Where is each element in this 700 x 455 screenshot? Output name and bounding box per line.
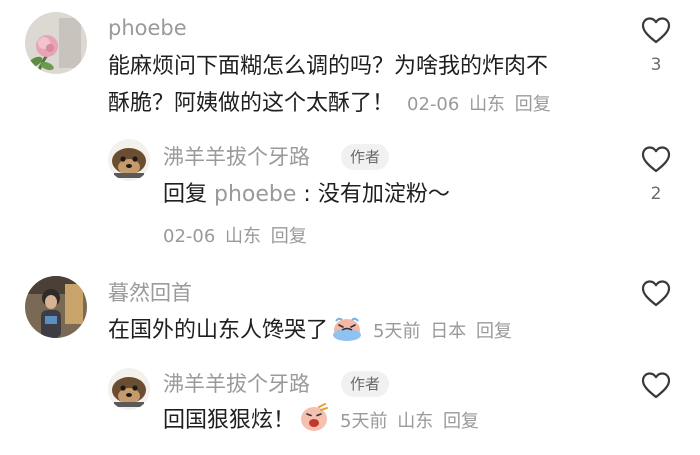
heart-icon [641,372,671,399]
comment-text: 回复 phoebe : 没有加淀粉～ [163,176,450,213]
avatar[interactable] [25,12,87,74]
mention-link[interactable]: phoebe [214,182,296,207]
comment-text-content: 回国狠狠炫！ [163,408,296,433]
comment-text: 在国外的山东人馋哭了 5天前 日本 回复 [108,312,516,355]
cartoon-dog-avatar-icon [108,368,150,410]
comment-text: 能麻烦问下面糊怎么调的吗？为啥我的炸肉不 酥脆？阿姨做的这个太酥了！ 02-06… [108,48,555,123]
reply-button[interactable]: 回复 [271,226,307,247]
like-button[interactable]: 2 [636,145,676,204]
comment-location: 日本 [430,321,467,342]
comment-item: 暮然回首 在国外的山东人馋哭了 5天前 日本 回复 [0,265,700,360]
avatar[interactable] [108,368,150,410]
crying-emoji-icon [332,313,362,355]
like-count: 3 [650,55,662,75]
avatar[interactable] [108,139,150,181]
like-button[interactable]: 3 [636,16,676,75]
comment-item: phoebe 能麻烦问下面糊怎么调的吗？为啥我的炸肉不 酥脆？阿姨做的这个太酥了… [0,0,700,125]
cartoon-dog-avatar-icon [108,139,150,181]
comment-text: 回国狠狠炫！ 5天前 山东 回复 [163,402,483,445]
comment-location: 山东 [469,94,506,115]
username[interactable]: 沸羊羊拔个牙路 [163,371,310,397]
heart-icon [641,280,671,307]
comment-text-line: 能麻烦问下面糊怎么调的吗？为啥我的炸肉不 [108,54,549,79]
comment-meta: 02-06 山东 回复 [407,94,555,115]
selfie-photo-avatar-icon [25,276,87,338]
heart-icon [641,146,671,173]
username[interactable]: 暮然回首 [108,280,192,306]
comment-meta: 5天前 日本 回复 [373,321,516,342]
comment-date: 5天前 [373,321,421,342]
username[interactable]: phoebe [108,15,187,41]
comment-text-line: 酥脆？阿姨做的这个太酥了！ 02-06 山东 回复 [108,85,555,123]
author-badge: 作者 [341,371,390,397]
eating-emoji-icon [299,403,329,445]
like-button[interactable] [636,279,676,307]
reply-button[interactable]: 回复 [443,411,479,432]
reply-button[interactable]: 回复 [515,94,551,115]
flower-photo-avatar-icon [25,12,87,74]
comment-text-line-end: 酥脆？阿姨做的这个太酥了！ [108,91,395,116]
comment-meta: 02-06 山东 回复 [163,222,311,248]
reply-prefix-label: 回复 [163,182,208,207]
heart-icon [641,17,671,44]
reply-button[interactable]: 回复 [476,321,512,342]
comment-date: 02-06 [407,94,460,115]
reply-item: 沸羊羊拔个牙路 作者 回复 phoebe : 没有加淀粉～ 02-06 山东 回… [0,125,700,265]
avatar[interactable] [25,276,87,338]
comment-date: 02-06 [163,226,216,247]
reply-item: 沸羊羊拔个牙路 作者 回国狠狠炫！ 5天前 山东 回复 [0,360,700,455]
username[interactable]: 沸羊羊拔个牙路 [163,144,310,170]
reply-prefix: 回复 phoebe [163,182,303,207]
like-button[interactable] [636,371,676,399]
comment-location: 山东 [397,411,434,432]
comment-meta: 5天前 山东 回复 [340,411,483,432]
like-count: 2 [650,184,662,204]
comment-text-content: 在国外的山东人馋哭了 [108,318,329,343]
comment-text-content: : 没有加淀粉～ [303,182,450,207]
author-badge: 作者 [341,144,390,170]
comment-date: 5天前 [340,411,388,432]
comment-location: 山东 [225,226,262,247]
